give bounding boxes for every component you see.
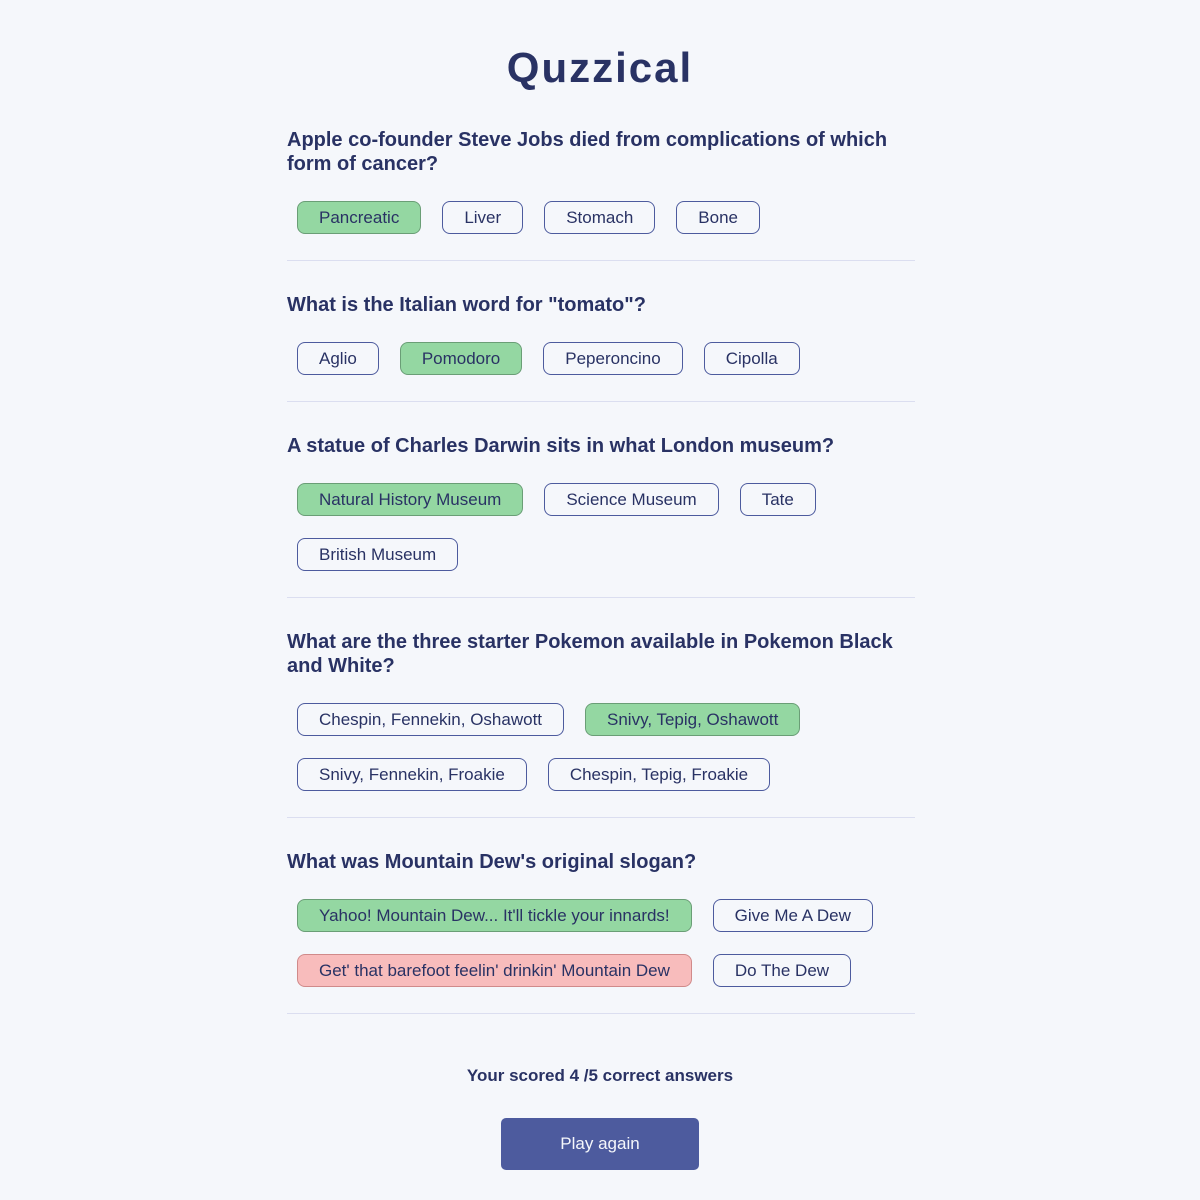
answer-list: Chespin, Fennekin, Oshawott Snivy, Tepig… — [287, 703, 915, 791]
answer-button[interactable]: Tate — [739, 483, 816, 516]
answer-button[interactable]: Liver — [442, 201, 524, 234]
answer-button[interactable]: Natural History Museum — [297, 483, 524, 516]
question-block: What is the Italian word for "tomato"? A… — [287, 293, 915, 402]
question-text: What are the three starter Pokemon avail… — [287, 631, 893, 677]
answer-button[interactable]: Aglio — [297, 342, 379, 375]
answer-button[interactable]: Get' that barefoot feelin' drinkin' Moun… — [297, 954, 692, 987]
play-again-button[interactable]: Play again — [501, 1118, 699, 1170]
answer-button[interactable]: Cipolla — [703, 342, 800, 375]
answer-button[interactable]: Give Me A Dew — [712, 899, 873, 932]
answer-button[interactable]: Science Museum — [544, 483, 719, 516]
question-text: What is the Italian word for "tomato"? — [287, 294, 646, 316]
answer-button[interactable]: Bone — [676, 201, 760, 234]
answer-button[interactable]: Chespin, Fennekin, Oshawott — [297, 703, 565, 736]
answer-button[interactable]: British Museum — [297, 538, 459, 571]
answer-list: Aglio Pomodoro Peperoncino Cipolla — [287, 342, 915, 375]
quiz-list: Apple co-founder Steve Jobs died from co… — [287, 128, 915, 1046]
answer-button[interactable]: Snivy, Fennekin, Froakie — [297, 758, 527, 791]
answer-button[interactable]: Chespin, Tepig, Froakie — [547, 758, 771, 791]
answer-button[interactable]: Stomach — [544, 201, 656, 234]
answer-button[interactable]: Pancreatic — [297, 201, 422, 234]
question-text: A statue of Charles Darwin sits in what … — [287, 435, 835, 457]
question-text: What was Mountain Dew's original slogan? — [287, 851, 697, 873]
question-text: Apple co-founder Steve Jobs died from co… — [287, 129, 888, 175]
answer-list: Pancreatic Liver Stomach Bone — [287, 201, 915, 234]
app-title: Quzzical — [506, 44, 694, 91]
answer-button[interactable]: Snivy, Tepig, Oshawott — [585, 703, 801, 736]
question-block: What are the three starter Pokemon avail… — [287, 630, 915, 818]
answer-button[interactable]: Yahoo! Mountain Dew... It'll tickle your… — [297, 899, 692, 932]
score-text: Your scored 4 /5 correct answers — [466, 1066, 734, 1085]
answer-button[interactable]: Pomodoro — [399, 342, 523, 375]
question-block: Apple co-founder Steve Jobs died from co… — [287, 128, 915, 261]
answer-button[interactable]: Do The Dew — [712, 954, 852, 987]
question-block: What was Mountain Dew's original slogan?… — [287, 850, 915, 1014]
question-block: A statue of Charles Darwin sits in what … — [287, 434, 915, 598]
answer-list: Yahoo! Mountain Dew... It'll tickle your… — [287, 899, 915, 987]
answer-list: Natural History Museum Science Museum Ta… — [287, 483, 915, 571]
answer-button[interactable]: Peperoncino — [543, 342, 683, 375]
quiz-page: Quzzical Apple co-founder Steve Jobs die… — [0, 0, 1200, 1200]
